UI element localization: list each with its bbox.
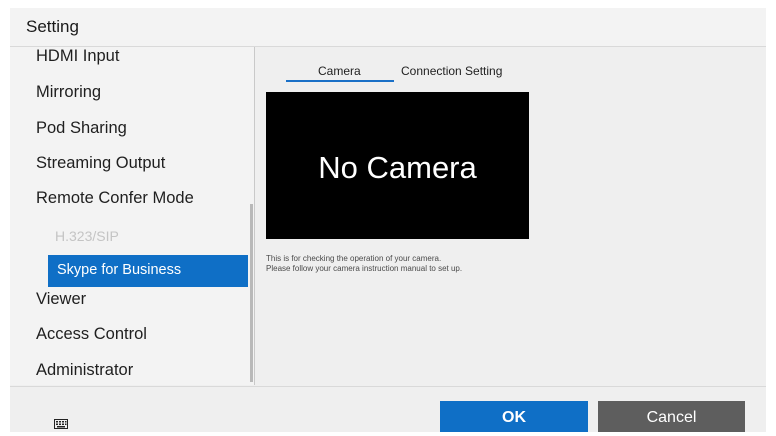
sidebar-item-viewer[interactable]: Viewer [36,290,86,309]
sidebar-subitem-h323-sip: H.323/SIP [55,228,119,244]
camera-preview: No Camera [266,92,529,239]
sidebar-item-streaming-output[interactable]: Streaming Output [36,154,165,173]
sidebar-subitem-skype-label: Skype for Business [57,262,182,278]
active-tab-indicator [286,80,394,82]
preview-status-text: No Camera [318,150,477,185]
sidebar-scrollbar[interactable] [250,204,253,382]
camera-info-text: This is for checking the operation of yo… [266,254,462,274]
sidebar-subitem-skype-for-business[interactable]: Skype for Business [48,255,248,287]
sidebar-item-remote-confer-mode[interactable]: Remote Confer Mode [36,189,194,208]
tab-camera[interactable]: Camera [318,64,361,78]
tab-connection-setting[interactable]: Connection Setting [401,64,502,78]
info-line-1: This is for checking the operation of yo… [266,254,442,263]
settings-sidebar: HDMI Input Mirroring Pod Sharing Streami… [10,47,254,385]
sidebar-item-administrator[interactable]: Administrator [36,361,133,380]
cancel-button[interactable]: Cancel [598,401,745,432]
ok-button[interactable]: OK [440,401,588,432]
keyboard-icon[interactable] [54,419,68,429]
settings-window: Setting HDMI Input Mirroring Pod Sharing… [10,8,766,432]
info-line-2: Please follow your camera instruction ma… [266,264,463,273]
footer-bar: OK Cancel [10,386,766,432]
window-title: Setting [26,17,79,36]
sidebar-item-mirroring[interactable]: Mirroring [36,83,101,102]
panel-divider [254,47,255,385]
sidebar-item-hdmi-input[interactable]: HDMI Input [36,47,119,66]
sidebar-item-pod-sharing[interactable]: Pod Sharing [36,119,127,138]
title-bar: Setting [10,8,766,47]
sidebar-item-access-control[interactable]: Access Control [36,325,147,344]
